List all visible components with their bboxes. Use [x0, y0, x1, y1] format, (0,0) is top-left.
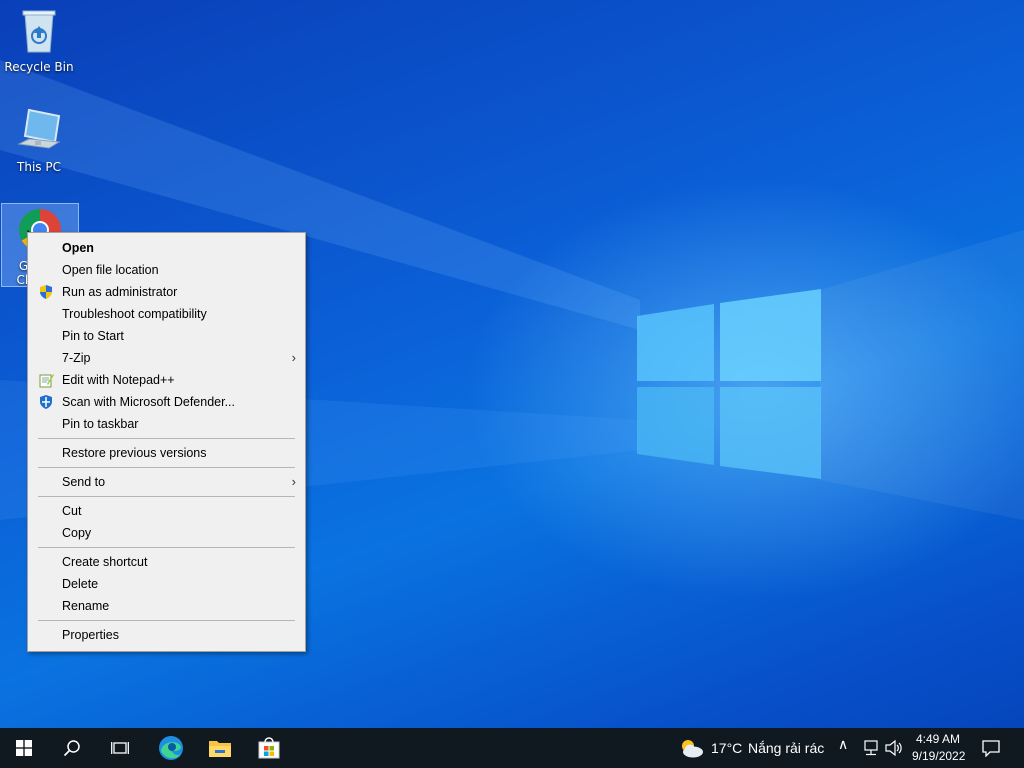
recycle-bin-label: Recycle Bin: [4, 60, 74, 74]
menu-item-label: Run as administrator: [62, 285, 178, 299]
menu-item-open-file-location[interactable]: Open file location: [28, 259, 305, 281]
menu-item-label: Rename: [62, 599, 110, 613]
menu-item-properties[interactable]: Properties: [28, 624, 305, 646]
menu-item-label: Pin to Start: [62, 329, 124, 343]
system-clock[interactable]: 4:49 AM 9/19/2022: [906, 728, 972, 768]
show-hidden-icons-chevron-up-icon[interactable]: ∧: [838, 736, 848, 753]
this-pc-label: This PC: [17, 160, 61, 174]
clock-time: 4:49 AM: [916, 732, 961, 746]
menu-separator: [38, 547, 295, 548]
menu-item-label: Create shortcut: [62, 555, 148, 569]
menu-item-label: Pin to taskbar: [62, 417, 139, 431]
windows-logo: [637, 289, 821, 479]
menu-item-open[interactable]: Open: [28, 237, 305, 259]
weather-temperature: 17°C: [711, 740, 743, 756]
menu-separator: [38, 496, 295, 497]
menu-item-pin-to-start[interactable]: Pin to Start: [28, 325, 305, 347]
start-button[interactable]: [0, 728, 48, 768]
microsoft-store-icon: [258, 737, 280, 759]
menu-item-rename[interactable]: Rename: [28, 595, 305, 617]
uac-shield-icon: [40, 285, 52, 299]
menu-item-create-shortcut[interactable]: Create shortcut: [28, 551, 305, 573]
menu-item-scan-with-defender[interactable]: Scan with Microsoft Defender...: [28, 391, 305, 413]
menu-item-copy[interactable]: Copy: [28, 522, 305, 544]
menu-item-label: Properties: [62, 628, 119, 642]
menu-separator: [38, 620, 295, 621]
windows-start-icon: [16, 740, 32, 756]
recycle-bin-icon: [22, 10, 56, 53]
menu-separator: [38, 467, 295, 468]
menu-item-edit-with-notepad[interactable]: Edit with Notepad++: [28, 369, 305, 391]
taskbar-edge-button[interactable]: [147, 728, 195, 768]
menu-item-send-to[interactable]: Send to ›: [28, 471, 305, 493]
menu-item-label: 7-Zip: [62, 351, 91, 365]
desktop-icon-this-pc[interactable]: This PC: [1, 108, 77, 174]
weather-widget[interactable]: 17°C Nắng rải rác: [676, 728, 831, 768]
partly-cloudy-icon: [682, 740, 703, 758]
defender-shield-icon: [40, 395, 52, 409]
task-view-button[interactable]: [96, 728, 144, 768]
notepad-plus-plus-icon: [39, 374, 54, 388]
menu-item-label: Copy: [62, 526, 92, 540]
menu-item-pin-to-taskbar[interactable]: Pin to taskbar: [28, 413, 305, 435]
folder-icon: [209, 741, 231, 757]
menu-item-troubleshoot-compatibility[interactable]: Troubleshoot compatibility: [28, 303, 305, 325]
volume-icon[interactable]: [885, 740, 903, 756]
menu-item-label: Delete: [62, 577, 99, 591]
menu-item-delete[interactable]: Delete: [28, 573, 305, 595]
menu-item-label: Open file location: [62, 263, 159, 277]
menu-separator: [38, 438, 295, 439]
menu-item-open-label: Open: [62, 241, 94, 255]
chevron-right-icon: ›: [291, 350, 296, 365]
network-icon[interactable]: [862, 740, 880, 756]
menu-item-label: Restore previous versions: [62, 446, 207, 460]
search-button[interactable]: [48, 728, 96, 768]
menu-item-label: Edit with Notepad++: [62, 373, 175, 387]
computer-icon: [17, 108, 61, 149]
menu-item-run-as-administrator[interactable]: Run as administrator: [28, 281, 305, 303]
notifications-icon[interactable]: [982, 739, 1000, 757]
weather-description: Nắng rải rác: [748, 740, 825, 756]
desktop-icon-recycle-bin[interactable]: Recycle Bin: [1, 6, 77, 74]
menu-item-label: Send to: [62, 475, 106, 489]
taskbar-store-button[interactable]: [245, 728, 293, 768]
menu-item-7-zip[interactable]: 7-Zip ›: [28, 347, 305, 369]
context-menu: Open Open file location Run as administr…: [27, 232, 306, 652]
menu-item-restore-previous-versions[interactable]: Restore previous versions: [28, 442, 305, 464]
taskbar: 17°C Nắng rải rác ∧ 4:49 AM 9/19/2022: [0, 728, 1024, 768]
search-icon: [63, 740, 80, 757]
menu-item-label: Cut: [62, 504, 82, 518]
chevron-right-icon: ›: [291, 474, 296, 489]
task-view-icon: [111, 742, 129, 754]
clock-date: 9/19/2022: [912, 749, 966, 763]
menu-item-cut[interactable]: Cut: [28, 500, 305, 522]
menu-item-label: Troubleshoot compatibility: [62, 307, 207, 321]
edge-browser-icon: [159, 736, 183, 760]
taskbar-file-explorer-button[interactable]: [196, 728, 244, 768]
menu-item-label: Scan with Microsoft Defender...: [62, 395, 235, 409]
